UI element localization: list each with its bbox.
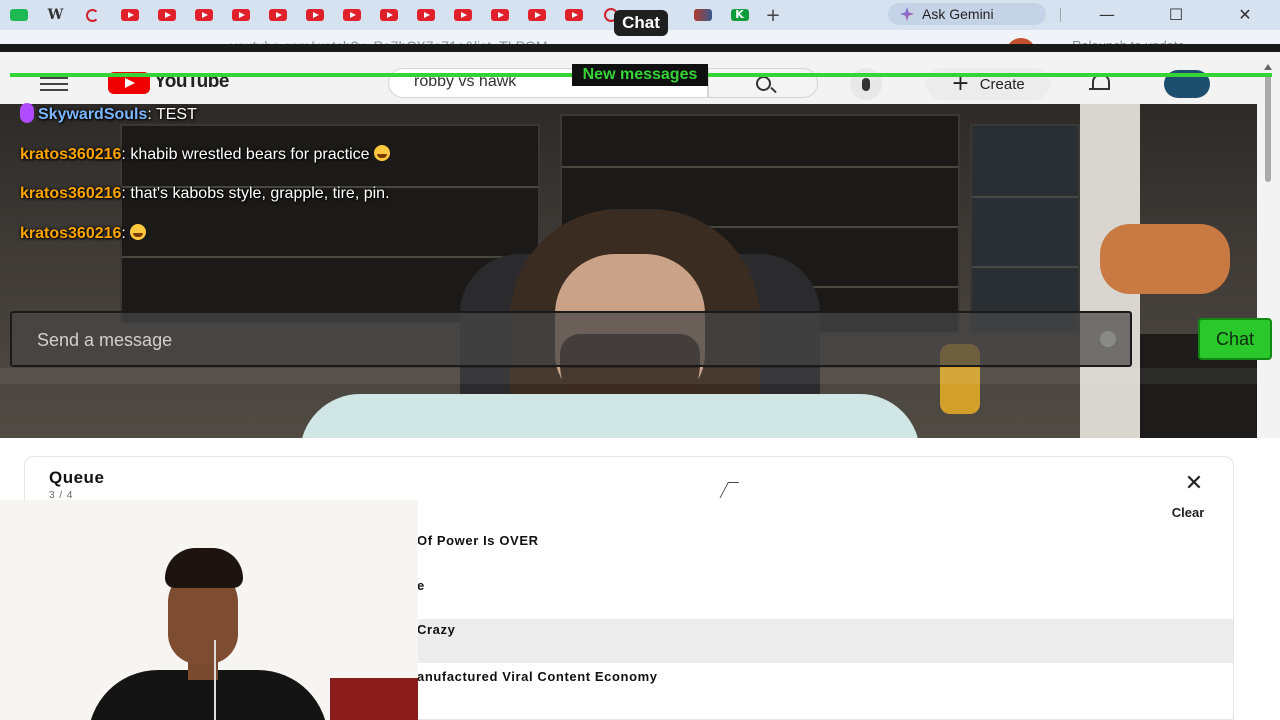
new-tab-button[interactable]: + (758, 5, 788, 26)
tab-youtube-1[interactable] (111, 0, 148, 30)
create-label: Create (979, 75, 1025, 93)
chat-message: kratos360216: (20, 224, 147, 243)
chat-text: : that's kabobs style, grapple, tire, pi… (121, 185, 390, 202)
ask-gemini-label: Ask Gemini (922, 6, 994, 22)
tab-kick[interactable]: K (721, 0, 758, 30)
fridge (970, 124, 1080, 334)
laughing-emoji-icon (130, 224, 147, 240)
webcam-person-hair (165, 548, 243, 588)
queue-item-title: anufactured Viral Content Economy (417, 669, 658, 684)
youtube-icon (268, 9, 287, 21)
tab-image[interactable] (684, 0, 721, 30)
youtube-icon (379, 9, 398, 21)
new-messages-banner[interactable]: New messages (572, 64, 708, 86)
tab-youtube-6[interactable] (296, 0, 333, 30)
tab-c[interactable] (74, 0, 111, 30)
tab-youtube-4[interactable] (222, 0, 259, 30)
window-close-button[interactable]: ✕ (1232, 4, 1258, 24)
microphone-badge-icon (20, 103, 34, 123)
menu-icon[interactable] (40, 77, 68, 95)
screen: W K + Chat Ask Gemini — ☐ ✕ youtube.com/… (0, 0, 1280, 720)
tab-wikipedia[interactable]: W (37, 0, 74, 30)
page-scrollbar[interactable] (1262, 64, 1274, 444)
kick-icon: K (730, 9, 749, 21)
c-logo-icon (86, 8, 99, 22)
tab-youtube-10[interactable] (444, 0, 481, 30)
search-icon (755, 75, 771, 91)
scrollbar-thumb[interactable] (1265, 74, 1271, 182)
youtube-icon (231, 9, 250, 21)
red-chair (330, 678, 418, 720)
chat-message: SkywardSouls: TEST (20, 103, 197, 124)
tab-youtube-3[interactable] (185, 0, 222, 30)
thumbnail-icon (693, 9, 712, 21)
plus-icon: + (951, 71, 970, 96)
youtube-icon (194, 9, 213, 21)
tab-spotify[interactable] (0, 0, 37, 30)
tab-youtube-12[interactable] (518, 0, 555, 30)
chat-text: : TEST (147, 106, 197, 123)
youtube-icon (342, 9, 361, 21)
youtube-icon (564, 9, 583, 21)
chat-message: kratos360216: that's kabobs style, grapp… (20, 185, 390, 203)
chat-text: : (121, 225, 131, 242)
wikipedia-icon: W (47, 7, 64, 23)
webcam-overlay (0, 500, 418, 720)
overlay-top-bar (0, 44, 1280, 52)
queue-item-title: Of Power Is OVER (417, 533, 539, 548)
chat-username[interactable]: SkywardSouls (38, 106, 147, 123)
tab-youtube-7[interactable] (333, 0, 370, 30)
microphone-icon (862, 77, 870, 91)
mouse-cursor-icon (728, 482, 744, 498)
chat-username[interactable]: kratos360216 (20, 146, 121, 163)
earphone-wire (214, 640, 216, 720)
chat-username[interactable]: kratos360216 (20, 185, 121, 202)
tab-youtube-2[interactable] (148, 0, 185, 30)
youtube-icon (305, 9, 324, 21)
chat-message: kratos360216: khabib wrestled bears for … (20, 145, 390, 164)
tabstrip-divider (1060, 8, 1061, 22)
tab-youtube-11[interactable] (481, 0, 518, 30)
new-messages-line-right (708, 73, 1272, 77)
queue-clear-button[interactable]: Clear (1153, 505, 1223, 520)
chat-message-input[interactable]: Send a message (10, 311, 1132, 367)
queue-item-title: Crazy (417, 622, 456, 637)
streamer-shirt (300, 394, 920, 438)
laughing-emoji-icon (373, 145, 390, 161)
youtube-icon (527, 9, 546, 21)
new-messages-line-left (10, 73, 572, 77)
tab-youtube-5[interactable] (259, 0, 296, 30)
youtube-icon (416, 9, 435, 21)
chat-input-placeholder: Send a message (37, 330, 173, 350)
chat-username[interactable]: kratos360216 (20, 225, 121, 242)
youtube-icon (157, 9, 176, 21)
queue-close-icon[interactable]: ✕ (1181, 473, 1207, 495)
emote-picker-icon[interactable] (1100, 331, 1116, 347)
youtube-icon (120, 9, 139, 21)
chat-text: : khabib wrestled bears for practice (121, 146, 374, 163)
queue-title: Queue (49, 468, 105, 487)
maximize-button[interactable]: ☐ (1163, 4, 1189, 24)
chat-send-button[interactable]: Chat (1198, 318, 1272, 360)
youtube-icon (453, 9, 472, 21)
chat-floating-label: Chat (614, 10, 668, 36)
ask-gemini-button[interactable]: Ask Gemini (888, 3, 1046, 25)
gemini-sparkle-icon (900, 7, 914, 21)
figure-toy (1100, 224, 1230, 294)
overlay-shade (0, 368, 1280, 384)
tab-youtube-9[interactable] (407, 0, 444, 30)
minimize-button[interactable]: — (1094, 4, 1120, 24)
tab-youtube-8[interactable] (370, 0, 407, 30)
spotify-icon (9, 9, 28, 21)
tab-youtube-13[interactable] (555, 0, 592, 30)
queue-item-title: e (417, 578, 425, 593)
scroll-up-arrow-icon[interactable] (1264, 64, 1272, 70)
youtube-icon (490, 9, 509, 21)
